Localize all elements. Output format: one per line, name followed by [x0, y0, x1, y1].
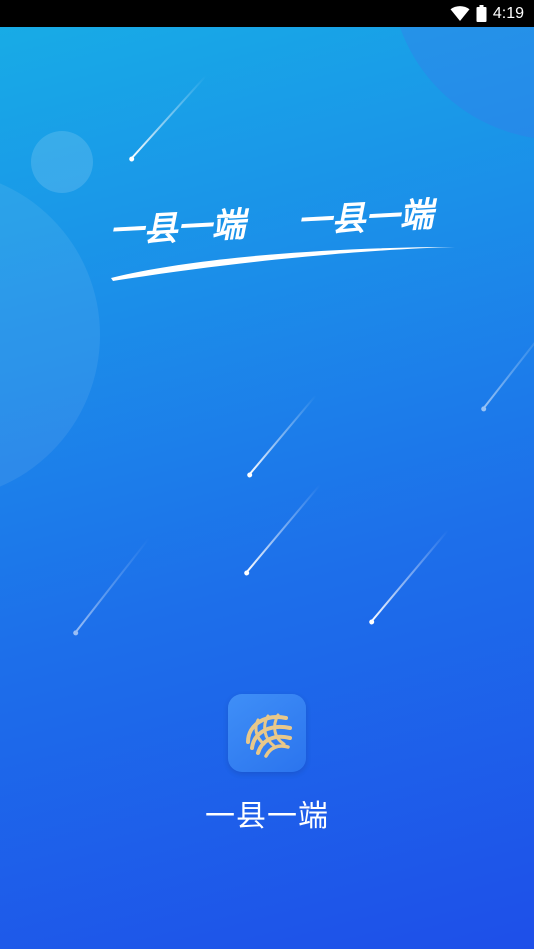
splash-screen: 4:19 一县一端 一县一端 一县一端: [0, 0, 534, 949]
meteor-streak: [482, 321, 534, 410]
slogan-left: 一县一端: [108, 205, 251, 252]
meteor-streak: [74, 537, 150, 634]
wifi-icon: [450, 5, 470, 22]
slogan-underline-stroke: [111, 247, 455, 281]
app-name-label: 一县一端: [205, 799, 329, 834]
decor-circle-large: [0, 170, 100, 500]
status-icons: 4:19: [450, 0, 524, 27]
decor-circle-small: [31, 131, 93, 193]
meteor-streak: [370, 529, 449, 623]
app-logo-icon: [228, 694, 306, 772]
slogan-calligraphy: 一县一端 一县一端: [108, 195, 455, 281]
battery-icon: [476, 5, 487, 22]
status-bar: 4:19: [0, 0, 534, 27]
meteor-streak: [248, 394, 317, 476]
status-time: 4:19: [492, 4, 524, 22]
meteor-streak: [245, 484, 321, 574]
slogan-right: 一县一端: [296, 195, 439, 242]
meteor-streak: [130, 75, 207, 160]
